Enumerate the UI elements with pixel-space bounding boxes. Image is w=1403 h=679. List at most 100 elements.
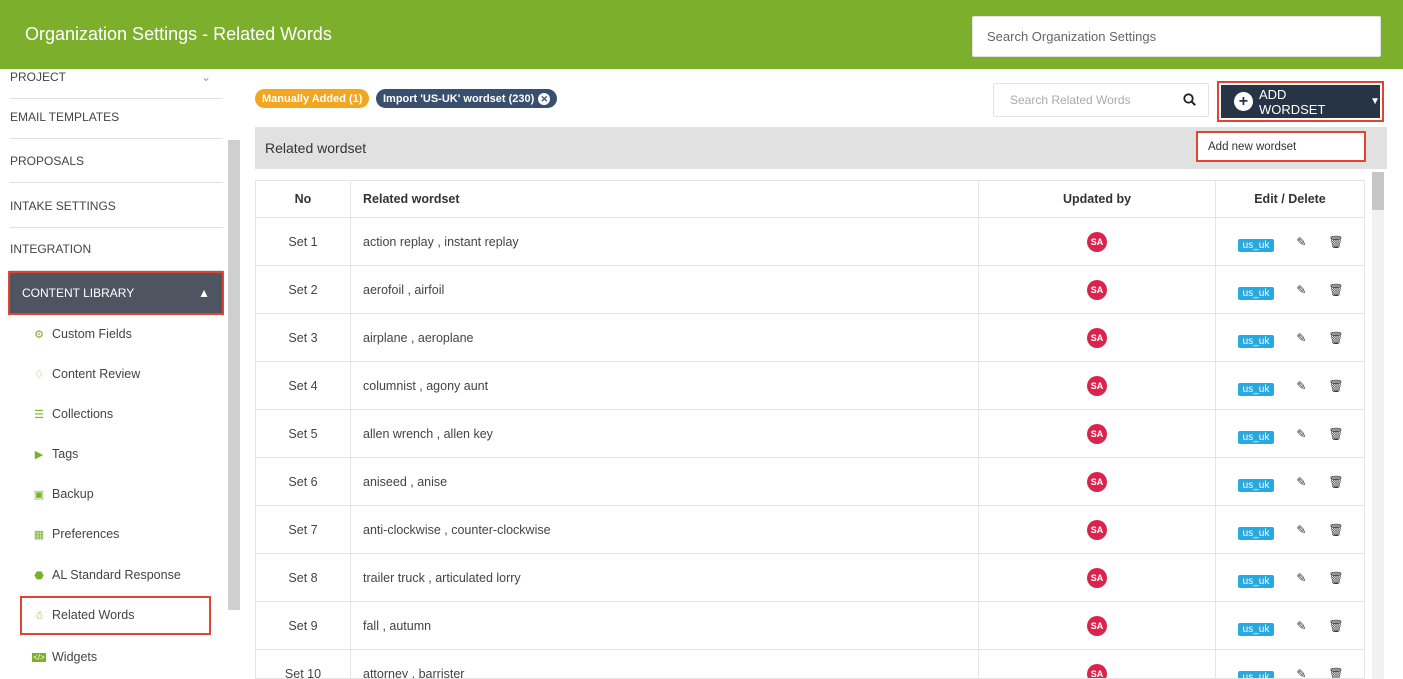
filter-label: Import 'US-UK' wordset (230) xyxy=(383,92,535,105)
cell-related-wordset: trailer truck , articulated lorry xyxy=(351,554,979,601)
cell-edit-delete: us_uk ✎ 🗑 xyxy=(1216,506,1364,553)
cell-updated-by: SA xyxy=(979,218,1216,265)
related-words-search xyxy=(993,83,1209,117)
cell-related-wordset: anti-clockwise , counter-clockwise xyxy=(351,506,979,553)
table-row: Set 4 columnist , agony aunt SA us_uk ✎ 🗑 xyxy=(256,362,1364,410)
cell-updated-by: SA xyxy=(979,314,1216,361)
table-row: Set 8 trailer truck , articulated lorry SA… xyxy=(256,554,1364,602)
avatar: SA xyxy=(1087,567,1107,588)
sidebar-item-label: PROJECT xyxy=(10,69,67,84)
cell-edit-delete: us_uk ✎ 🗑 xyxy=(1216,266,1364,313)
trash-icon[interactable]: 🗑 xyxy=(1328,619,1343,633)
cell-edit-delete: us_uk ✎ 🗑 xyxy=(1216,314,1364,361)
edit-icon[interactable]: ✎ xyxy=(1296,619,1310,633)
cell-related-wordset: fall , autumn xyxy=(351,602,979,649)
edit-icon[interactable]: ✎ xyxy=(1296,667,1310,679)
list-icon: ☰ xyxy=(34,408,44,421)
caret-down-icon: ▼ xyxy=(1370,96,1380,107)
close-icon[interactable]: ✕ xyxy=(538,92,551,105)
sidebar-item-email-templates[interactable]: EMAIL TEMPLATES xyxy=(10,95,223,139)
wordset-tag-badge: us_uk xyxy=(1237,575,1275,588)
add-new-wordset-menu-item[interactable]: Add new wordset xyxy=(1196,131,1366,162)
sidebar-scrollbar[interactable] xyxy=(228,140,240,610)
sidebar-subitem-collections[interactable]: ☰ Collections xyxy=(32,407,113,421)
code-icon: </> xyxy=(32,652,46,662)
avatar: SA xyxy=(1087,471,1107,492)
sidebar-subitem-preferences[interactable]: ▦ Preferences xyxy=(32,527,120,541)
search-icon[interactable] xyxy=(1183,93,1196,109)
edit-icon[interactable]: ✎ xyxy=(1296,235,1310,249)
sidebar-subitem-label: Backup xyxy=(52,487,94,501)
table-row: Set 7 anti-clockwise , counter-clockwise S… xyxy=(256,506,1364,554)
trash-icon[interactable]: 🗑 xyxy=(1328,331,1343,345)
cell-related-wordset: airplane , aeroplane xyxy=(351,314,979,361)
sidebar-subitem-al-standard-response[interactable]: ⬣ AL Standard Response xyxy=(32,568,181,582)
trash-icon[interactable]: 🗑 xyxy=(1328,379,1343,393)
scrollbar-thumb[interactable] xyxy=(1372,172,1384,210)
cell-related-wordset: aniseed , anise xyxy=(351,458,979,505)
table-scrollbar[interactable] xyxy=(1372,172,1384,679)
trash-icon[interactable]: 🗑 xyxy=(1328,427,1343,441)
import-wordset-filter[interactable]: Import 'US-UK' wordset (230) ✕ xyxy=(376,89,558,108)
edit-icon[interactable]: ✎ xyxy=(1296,331,1310,345)
sidebar-subitem-widgets[interactable]: </> Widgets xyxy=(32,650,97,664)
section-title: Related wordset xyxy=(265,140,367,156)
cell-edit-delete: us_uk ✎ 🗑 xyxy=(1216,650,1364,679)
trash-icon[interactable]: 🗑 xyxy=(1328,667,1343,679)
manually-added-filter[interactable]: Manually Added (1) xyxy=(255,89,370,108)
cell-set-number: Set 1 xyxy=(256,218,351,265)
avatar: SA xyxy=(1087,279,1107,300)
sidebar-subitem-label: Related Words xyxy=(52,608,135,622)
edit-icon[interactable]: ✎ xyxy=(1296,427,1310,441)
column-header-edit-delete: Edit / Delete xyxy=(1254,192,1326,206)
cell-updated-by: SA xyxy=(979,362,1216,409)
wordset-tag-badge: us_uk xyxy=(1237,671,1275,678)
sidebar-subitem-label: Widgets xyxy=(52,650,98,664)
sidebar-item-label: INTEGRATION xyxy=(10,241,92,256)
trash-icon[interactable]: 🗑 xyxy=(1328,283,1343,297)
sidebar-item-integration[interactable]: INTEGRATION xyxy=(10,227,223,271)
organization-search-input[interactable] xyxy=(972,16,1381,57)
cell-edit-delete: us_uk ✎ 🗑 xyxy=(1216,218,1364,265)
cell-edit-delete: us_uk ✎ 🗑 xyxy=(1216,602,1364,649)
cell-set-number: Set 5 xyxy=(256,410,351,457)
cell-set-number: Set 8 xyxy=(256,554,351,601)
edit-icon[interactable]: ✎ xyxy=(1296,379,1310,393)
edit-icon[interactable]: ✎ xyxy=(1296,283,1310,297)
related-words-search-input[interactable] xyxy=(994,84,1164,116)
sidebar-subitem-label: Tags xyxy=(52,447,79,461)
sidebar-subitem-label: Content Review xyxy=(52,367,141,381)
trash-icon[interactable]: 🗑 xyxy=(1328,475,1343,489)
sidebar-item-intake-settings[interactable]: INTAKE SETTINGS xyxy=(10,184,223,228)
cell-related-wordset: columnist , agony aunt xyxy=(351,362,979,409)
trash-icon[interactable]: 🗑 xyxy=(1328,523,1343,537)
cell-updated-by: SA xyxy=(979,602,1216,649)
cell-set-number: Set 3 xyxy=(256,314,351,361)
sidebar-subitem-custom-fields[interactable]: ⚙ Custom Fields xyxy=(32,327,132,341)
table-row: Set 2 aerofoil , airfoil SA us_uk ✎ 🗑 xyxy=(256,266,1364,314)
sidebar-subitem-tags[interactable]: ▶ Tags xyxy=(32,447,79,461)
sidebar-item-label: PROPOSALS xyxy=(10,153,85,168)
cell-edit-delete: us_uk ✎ 🗑 xyxy=(1216,362,1364,409)
sidebar-subitem-label: Collections xyxy=(52,407,114,421)
edit-icon[interactable]: ✎ xyxy=(1296,523,1310,537)
avatar: SA xyxy=(1087,423,1107,444)
table-row: Set 9 fall , autumn SA us_uk ✎ 🗑 xyxy=(256,602,1364,650)
edit-icon[interactable]: ✎ xyxy=(1296,571,1310,585)
sidebar-subitem-related-words[interactable]: ☃ Related Words xyxy=(32,608,134,622)
sidebar-subitem-label: Preferences xyxy=(52,527,120,541)
edit-icon[interactable]: ✎ xyxy=(1296,475,1310,489)
cell-edit-delete: us_uk ✎ 🗑 xyxy=(1216,554,1364,601)
add-wordset-button[interactable]: + ADD WORDSET ▼ xyxy=(1221,85,1380,118)
trash-icon[interactable]: 🗑 xyxy=(1328,571,1343,585)
cell-related-wordset: attorney , barrister xyxy=(351,650,979,678)
sidebar-subitem-content-review[interactable]: ♢ Content Review xyxy=(32,367,140,381)
add-wordset-label: ADD WORDSET xyxy=(1258,86,1326,117)
sidebar-item-content-library[interactable]: CONTENT LIBRARY ▲ xyxy=(8,271,224,315)
trash-icon[interactable]: 🗑 xyxy=(1328,235,1343,249)
sidebar-item-proposals[interactable]: PROPOSALS xyxy=(10,139,223,183)
page-title: Organization Settings - Related Words xyxy=(25,24,332,44)
avatar: SA xyxy=(1087,327,1107,348)
sidebar-subitem-backup[interactable]: ▣ Backup xyxy=(32,487,94,501)
wordset-tag-badge: us_uk xyxy=(1237,383,1275,396)
